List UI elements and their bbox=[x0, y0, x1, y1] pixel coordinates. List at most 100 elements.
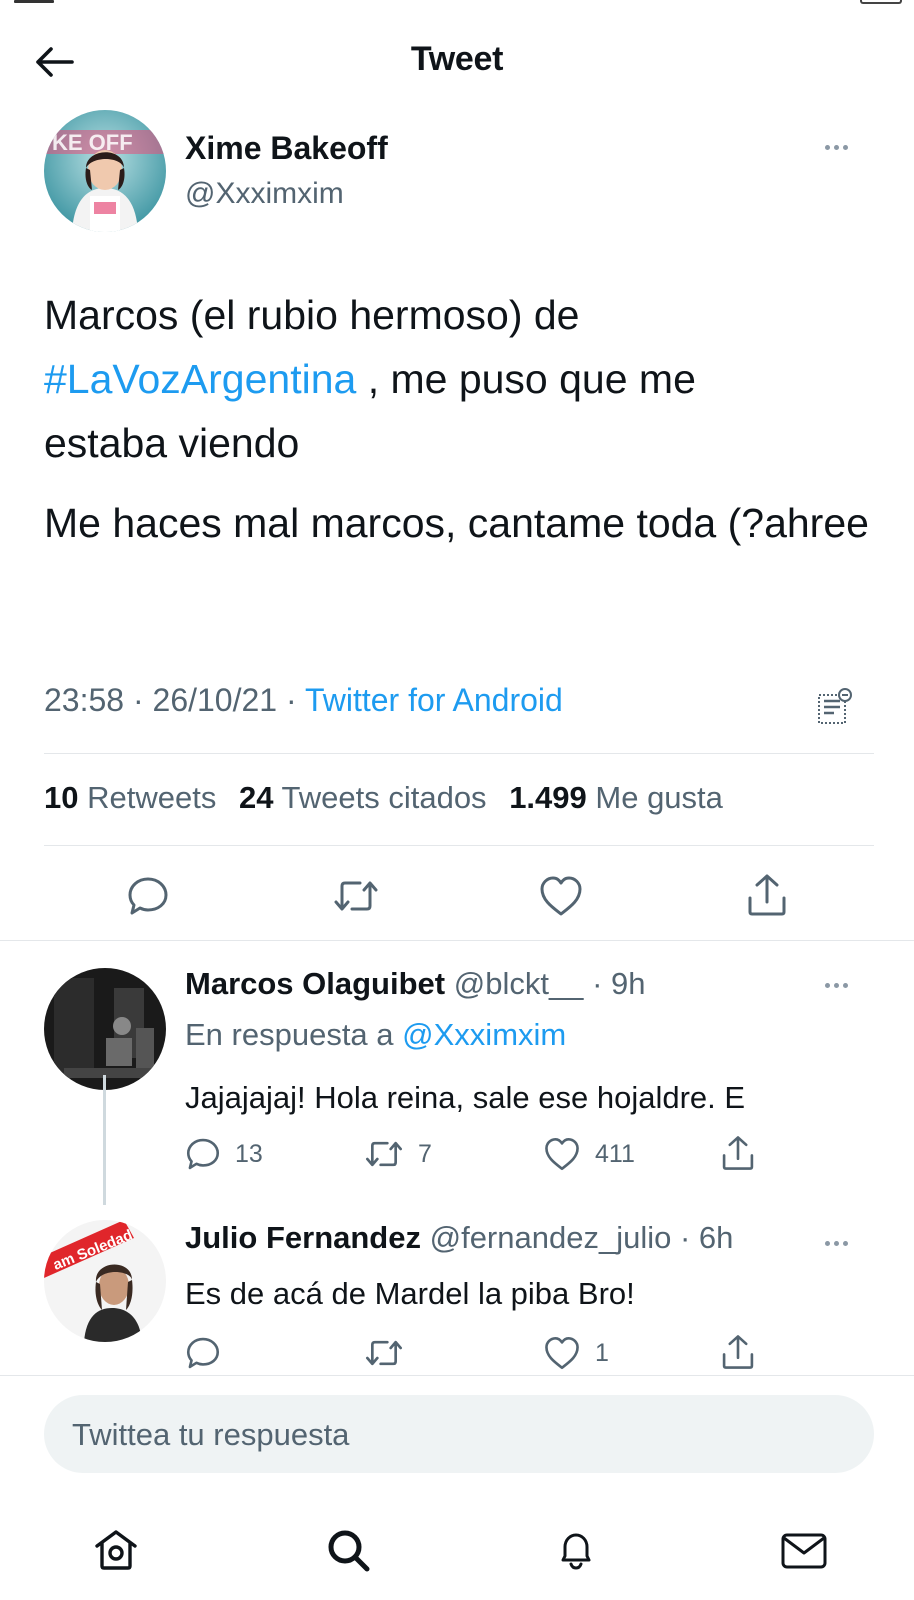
tweet-paragraph-1: Marcos (el rubio hermoso) de #LaVozArgen… bbox=[44, 283, 874, 475]
divider bbox=[0, 940, 914, 941]
nav-messages[interactable] bbox=[774, 1520, 834, 1580]
share-button[interactable] bbox=[745, 872, 789, 918]
reply-separator: · bbox=[592, 966, 611, 1001]
more-dots-icon bbox=[824, 982, 830, 988]
retweets-count: 10 bbox=[44, 780, 79, 815]
search-icon bbox=[328, 1530, 370, 1572]
reply-share-button[interactable] bbox=[720, 1134, 756, 1172]
meta-separator: · bbox=[132, 682, 153, 718]
share-icon bbox=[722, 1335, 754, 1369]
reply-text: Es de acá de Mardel la piba Bro! bbox=[185, 1276, 635, 1311]
nav-home[interactable] bbox=[86, 1520, 146, 1580]
share-icon bbox=[748, 874, 786, 916]
tweet-stats: 10 Retweets 24 Tweets citados 1.499 Me g… bbox=[44, 780, 723, 816]
reply-avatar[interactable]: am Soledad bbox=[44, 1220, 166, 1342]
reply-icon bbox=[186, 1337, 220, 1369]
nav-search[interactable] bbox=[318, 1520, 378, 1580]
avatar-image: am Soledad bbox=[44, 1220, 166, 1342]
reply-to-label: En respuesta a bbox=[185, 1017, 394, 1052]
tweet-paragraph-2: Me haces mal marcos, cantame toda (?ahre… bbox=[44, 500, 869, 546]
avatar-image bbox=[44, 968, 166, 1090]
reply-more-button[interactable] bbox=[816, 975, 856, 995]
reply-text: Jajajajaj! Hola reina, sale ese hojaldre… bbox=[185, 1080, 746, 1115]
reply-header: Julio Fernandez @fernandez_julio · 6h bbox=[185, 1220, 733, 1256]
more-dot bbox=[842, 982, 848, 988]
divider bbox=[44, 845, 874, 846]
reply-icon bbox=[186, 1138, 220, 1170]
svg-text:KE OFF: KE OFF bbox=[52, 130, 133, 155]
tweet-date: 26/10/21 bbox=[152, 682, 278, 718]
reply-to-mention[interactable]: @Xxximxim bbox=[402, 1017, 566, 1052]
author-avatar[interactable]: KE OFF bbox=[44, 110, 166, 232]
messages-envelope-icon bbox=[781, 1533, 827, 1569]
like-button[interactable] bbox=[538, 874, 584, 918]
reply-share-button[interactable] bbox=[720, 1333, 756, 1371]
reply-reply-button[interactable] bbox=[185, 1335, 235, 1371]
reply-time[interactable]: 6h bbox=[699, 1220, 733, 1255]
likes-stat[interactable]: 1.499 Me gusta bbox=[509, 780, 723, 815]
retweet-icon bbox=[334, 881, 378, 911]
share-icon bbox=[722, 1136, 754, 1170]
heart-icon bbox=[540, 876, 582, 916]
more-dot bbox=[842, 144, 848, 150]
tweet-text-line-3: estaba viendo bbox=[44, 420, 300, 466]
more-dot bbox=[833, 144, 839, 150]
retweet-icon bbox=[366, 1340, 402, 1366]
thread-connector bbox=[103, 1075, 106, 1205]
meta-separator: · bbox=[285, 682, 305, 718]
reply-author-handle[interactable]: @blckt__ bbox=[454, 966, 584, 1001]
tweet-more-button[interactable] bbox=[816, 137, 856, 157]
author-handle[interactable]: @Xxximxim bbox=[185, 177, 344, 211]
heart-icon bbox=[545, 1137, 579, 1171]
like-count: 411 bbox=[595, 1139, 635, 1168]
likes-count: 1.499 bbox=[509, 780, 587, 815]
reply-author-name[interactable]: Julio Fernandez bbox=[185, 1220, 421, 1255]
reply-author-handle[interactable]: @fernandez_julio bbox=[430, 1220, 672, 1255]
reply-button[interactable] bbox=[126, 874, 170, 918]
divider bbox=[44, 753, 874, 754]
reply-retweet-button[interactable]: 7 bbox=[364, 1137, 432, 1171]
more-dots-icon bbox=[824, 144, 830, 150]
page-title: Tweet bbox=[410, 40, 504, 78]
retweets-stat[interactable]: 10 Retweets bbox=[44, 780, 216, 815]
reply-reply-button[interactable]: 13 bbox=[185, 1136, 263, 1172]
more-dot bbox=[842, 1240, 848, 1246]
tweet-time: 23:58 bbox=[44, 682, 125, 718]
tweet-meta: 23:58 · 26/10/21 · Twitter for Android bbox=[44, 682, 563, 719]
tweet-analytics-button[interactable] bbox=[816, 686, 856, 726]
avatar-image: KE OFF bbox=[44, 110, 166, 232]
compose-placeholder: Twittea tu respuesta bbox=[72, 1417, 350, 1452]
notifications-bell-icon bbox=[561, 1533, 591, 1570]
retweet-count: 7 bbox=[418, 1139, 432, 1168]
divider bbox=[0, 1375, 914, 1376]
reply-more-button[interactable] bbox=[816, 1233, 856, 1253]
nav-notifications[interactable] bbox=[546, 1520, 606, 1580]
tweet-source-link[interactable]: Twitter for Android bbox=[305, 682, 563, 718]
retweet-icon bbox=[366, 1141, 402, 1167]
reply-like-button[interactable]: 411 bbox=[543, 1136, 635, 1172]
reply-compose-input[interactable]: Twittea tu respuesta bbox=[44, 1395, 874, 1473]
home-icon bbox=[95, 1530, 137, 1570]
reply-to-line: En respuesta a @Xxximxim bbox=[185, 1017, 566, 1053]
tweet-text-line-2: , me puso que me bbox=[356, 356, 696, 402]
reply-count: 13 bbox=[235, 1139, 263, 1168]
reply-like-button[interactable]: 1 bbox=[543, 1335, 609, 1371]
heart-icon bbox=[545, 1336, 579, 1370]
like-count: 1 bbox=[595, 1338, 609, 1367]
reply-retweet-button[interactable] bbox=[364, 1336, 418, 1370]
reply-avatar[interactable] bbox=[44, 968, 166, 1090]
author-name[interactable]: Xime Bakeoff bbox=[185, 130, 388, 167]
reply-time[interactable]: 9h bbox=[611, 966, 645, 1001]
reply-icon bbox=[128, 877, 168, 915]
top-bar: Tweet bbox=[0, 0, 914, 100]
quote-tweets-stat[interactable]: 24 Tweets citados bbox=[239, 780, 487, 815]
quotes-label: Tweets citados bbox=[281, 780, 487, 815]
reply-separator: · bbox=[671, 1220, 699, 1255]
retweet-button[interactable] bbox=[332, 876, 380, 916]
tweet-text-line-1: Marcos (el rubio hermoso) de bbox=[44, 292, 580, 338]
hashtag-link[interactable]: #LaVozArgentina bbox=[44, 356, 356, 402]
quotes-count: 24 bbox=[238, 780, 274, 815]
reply-author-name[interactable]: Marcos Olaguibet bbox=[185, 966, 445, 1001]
likes-label: Me gusta bbox=[595, 780, 723, 815]
retweets-label: Retweets bbox=[87, 780, 217, 815]
